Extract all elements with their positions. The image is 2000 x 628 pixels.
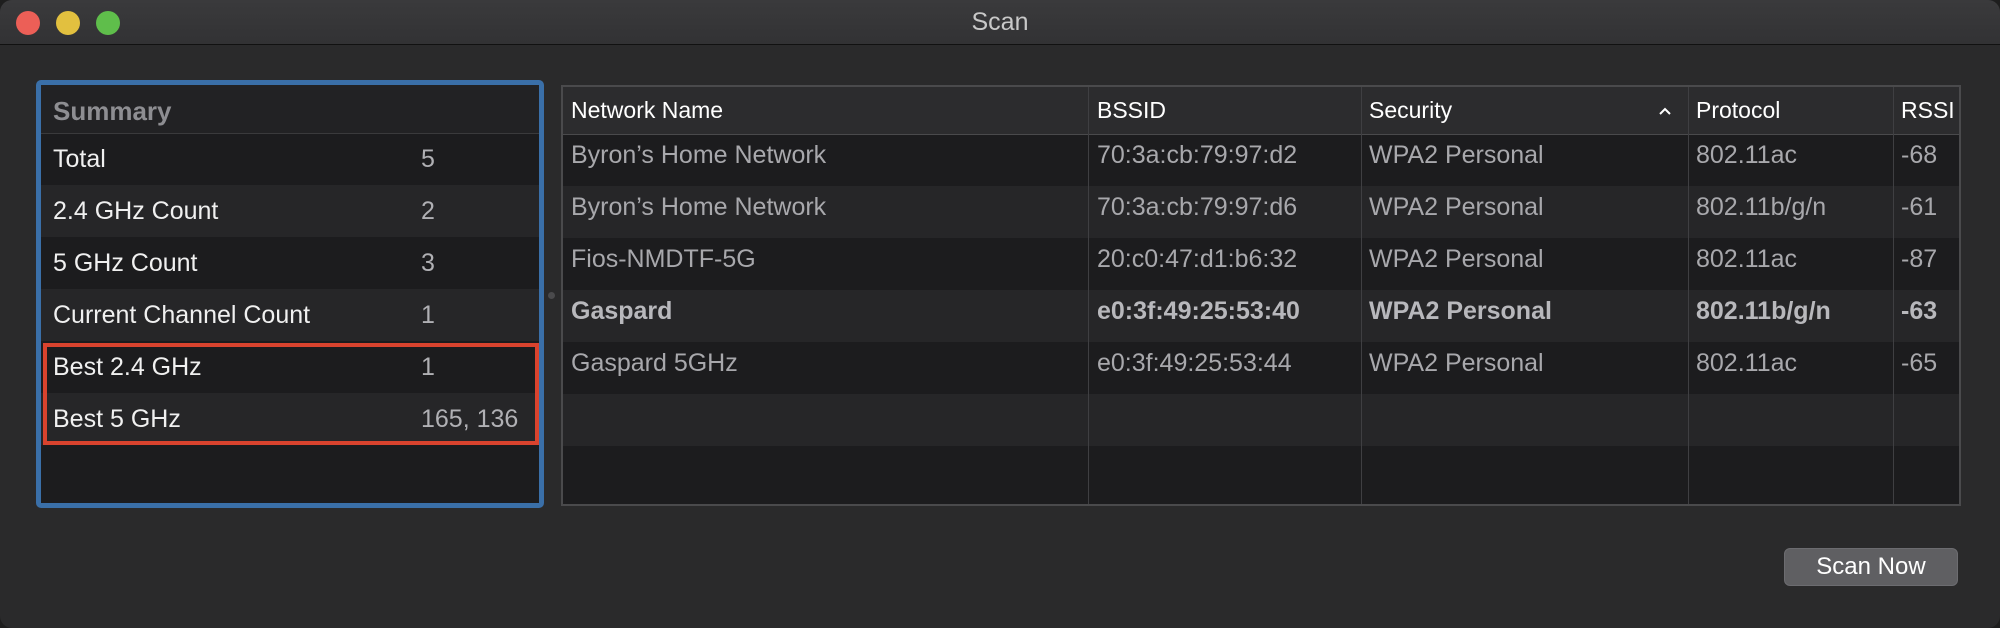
table-row-current-network[interactable]: Gaspard e0:3f:49:25:53:40 WPA2 Personal … xyxy=(563,290,1959,342)
summary-row-2-4ghz-count[interactable]: 2.4 GHz Count 2 xyxy=(41,185,539,237)
window-title: Scan xyxy=(971,8,1029,36)
summary-row-total[interactable]: Total 5 xyxy=(41,133,539,185)
summary-row-best-2-4ghz[interactable]: Best 2.4 GHz 1 xyxy=(41,341,539,393)
cell-network-name: Byron’s Home Network xyxy=(571,141,827,169)
table-row[interactable]: Byron’s Home Network 70:3a:cb:79:97:d6 W… xyxy=(563,186,1959,238)
scan-window: Scan Summary Total 5 2.4 GHz Count 2 5 G… xyxy=(0,0,2000,628)
table-header: Network Name BSSID Security Protocol RSS… xyxy=(563,87,1959,135)
summary-label: 5 GHz Count xyxy=(53,249,198,277)
cell-bssid: e0:3f:49:25:53:44 xyxy=(1097,349,1292,377)
cell-network-name: Fios-NMDTF-5G xyxy=(571,245,756,273)
cell-protocol: 802.11b/g/n xyxy=(1696,297,1831,325)
summary-label: Current Channel Count xyxy=(53,301,311,329)
cell-bssid: 70:3a:cb:79:97:d2 xyxy=(1097,141,1298,169)
scan-now-button[interactable]: Scan Now xyxy=(1784,548,1958,586)
summary-panel[interactable]: Summary Total 5 2.4 GHz Count 2 5 GHz Co… xyxy=(36,80,544,508)
cell-network-name: Gaspard 5GHz xyxy=(571,349,738,377)
table-row[interactable]: Fios-NMDTF-5G 20:c0:47:d1:b6:32 WPA2 Per… xyxy=(563,238,1959,290)
summary-row-5ghz-count[interactable]: 5 GHz Count 3 xyxy=(41,237,539,289)
cell-bssid: 70:3a:cb:79:97:d6 xyxy=(1097,193,1298,221)
table-row[interactable]: Gaspard 5GHz e0:3f:49:25:53:44 WPA2 Pers… xyxy=(563,342,1959,394)
cell-network-name: Gaspard xyxy=(571,297,673,325)
column-header-bssid[interactable]: BSSID xyxy=(1097,97,1166,124)
cell-security: WPA2 Personal xyxy=(1369,245,1544,273)
summary-label: 2.4 GHz Count xyxy=(53,197,219,225)
table-row-empty xyxy=(563,446,1959,498)
summary-header: Summary xyxy=(41,85,539,134)
cell-bssid: e0:3f:49:25:53:40 xyxy=(1097,297,1300,325)
summary-row-best-5ghz[interactable]: Best 5 GHz 165, 136 xyxy=(41,393,539,445)
summary-value: 165, 136 xyxy=(421,405,519,433)
networks-table[interactable]: Network Name BSSID Security Protocol RSS… xyxy=(561,85,1961,506)
summary-label: Best 2.4 GHz xyxy=(53,353,202,381)
cell-protocol: 802.11ac xyxy=(1696,245,1798,273)
column-header-protocol[interactable]: Protocol xyxy=(1696,97,1780,124)
cell-protocol: 802.11ac xyxy=(1696,349,1798,377)
table-row-empty xyxy=(563,394,1959,446)
summary-label: Best 5 GHz xyxy=(53,405,181,433)
cell-security: WPA2 Personal xyxy=(1369,141,1544,169)
cell-rssi: -61 xyxy=(1901,193,1938,221)
cell-bssid: 20:c0:47:d1:b6:32 xyxy=(1097,245,1298,273)
summary-value: 1 xyxy=(421,301,435,329)
cell-rssi: -68 xyxy=(1901,141,1938,169)
summary-value: 2 xyxy=(421,197,435,225)
title-bar: Scan xyxy=(0,0,2000,45)
cell-rssi: -65 xyxy=(1901,349,1938,377)
summary-header-label: Summary xyxy=(53,96,172,126)
cell-security: WPA2 Personal xyxy=(1369,297,1552,325)
column-header-rssi[interactable]: RSSI xyxy=(1901,97,1955,124)
split-view-divider-handle[interactable] xyxy=(548,292,555,299)
cell-security: WPA2 Personal xyxy=(1369,349,1544,377)
table-row[interactable]: Byron’s Home Network 70:3a:cb:79:97:d2 W… xyxy=(563,134,1959,186)
cell-protocol: 802.11b/g/n xyxy=(1696,193,1827,221)
summary-value: 5 xyxy=(421,145,435,173)
sort-ascending-icon[interactable] xyxy=(1659,107,1671,115)
summary-value: 1 xyxy=(421,353,435,381)
summary-label: Total xyxy=(53,145,106,173)
cell-rssi: -63 xyxy=(1901,297,1938,325)
cell-protocol: 802.11ac xyxy=(1696,141,1798,169)
column-divider[interactable] xyxy=(1361,87,1362,504)
column-header-security[interactable]: Security xyxy=(1369,97,1452,124)
cell-rssi: -87 xyxy=(1901,245,1938,273)
column-divider[interactable] xyxy=(1088,87,1089,504)
column-divider[interactable] xyxy=(1688,87,1689,504)
summary-value: 3 xyxy=(421,249,435,277)
cell-security: WPA2 Personal xyxy=(1369,193,1544,221)
summary-row-empty xyxy=(41,445,539,497)
summary-row-current-channel-count[interactable]: Current Channel Count 1 xyxy=(41,289,539,341)
column-divider[interactable] xyxy=(1893,87,1894,504)
column-header-network-name[interactable]: Network Name xyxy=(571,97,723,124)
cell-network-name: Byron’s Home Network xyxy=(571,193,827,221)
